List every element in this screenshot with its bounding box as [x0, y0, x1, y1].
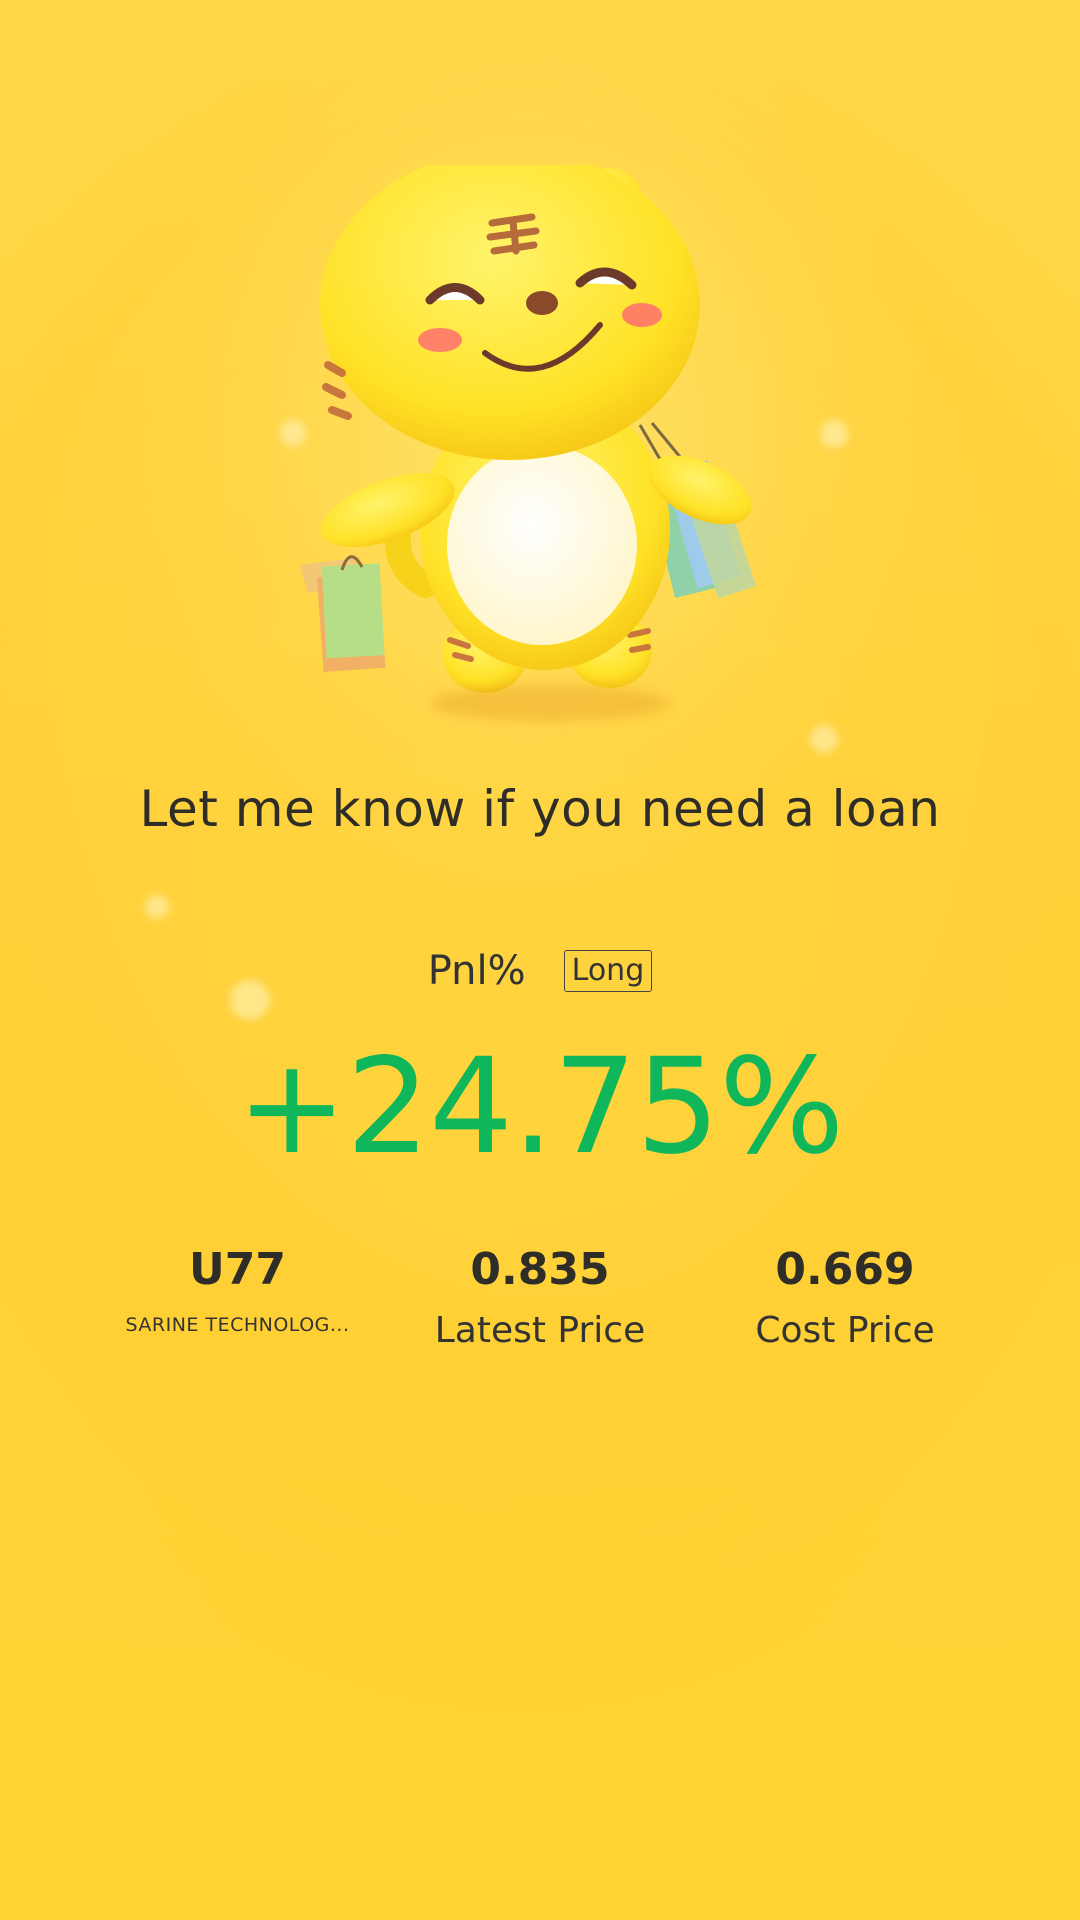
ticker-symbol: U77	[189, 1244, 286, 1295]
pnl-percentage-value: +24.75%	[236, 1030, 845, 1184]
promo-headline: Let me know if you need a loan	[139, 780, 941, 838]
pnl-header: Pnl% Long	[0, 948, 1080, 994]
stat-ticker: U77 SARINE TECHNOLOG...	[110, 1240, 365, 1336]
pnl-label: Pnl%	[427, 948, 526, 994]
tiger-mascot-icon	[280, 150, 780, 725]
company-name: SARINE TECHNOLOG...	[125, 1314, 350, 1336]
mascot-shadow	[430, 685, 670, 721]
tiger-mascot-illustration	[300, 150, 757, 693]
sparkle	[145, 895, 169, 919]
position-direction-badge: Long	[563, 950, 653, 992]
sparkle	[820, 420, 848, 448]
latest-price-label: Latest Price	[434, 1310, 646, 1351]
cost-price-value: 0.669	[775, 1244, 915, 1295]
sparkle	[810, 725, 838, 753]
position-stats: U77 SARINE TECHNOLOG... 0.835 Latest Pri…	[0, 1240, 1080, 1370]
stat-cost-price: 0.669 Cost Price	[705, 1240, 985, 1351]
stat-latest-price: 0.835 Latest Price	[400, 1240, 680, 1351]
cost-price-label: Cost Price	[755, 1310, 935, 1351]
latest-price-value: 0.835	[470, 1244, 610, 1295]
